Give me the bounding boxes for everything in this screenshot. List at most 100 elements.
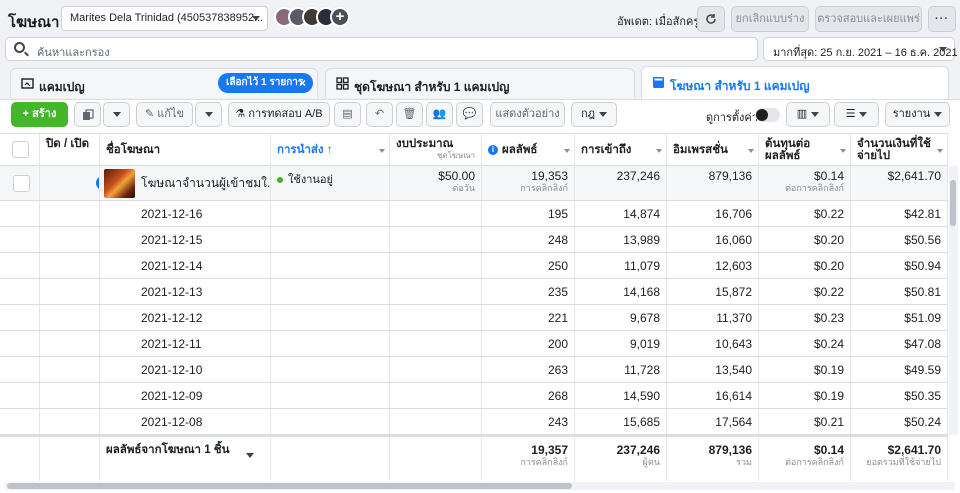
scrollbar-thumb[interactable] [7,483,572,489]
empty-cell [390,227,482,252]
row-date: 2021-12-15 [100,227,271,252]
duplicate-button[interactable] [74,102,101,127]
header-impressions[interactable]: อิมเพรสชั่น [667,134,759,167]
select-all-checkbox[interactable] [12,141,29,158]
header-ad-name[interactable]: ชื่อโฆษณา [100,134,271,167]
tab-campaigns-label: แคมเปญ [39,80,85,94]
row-reach: 14,590 [575,383,667,408]
row-cost-per-result: $0.20 [759,253,851,278]
empty-cell [271,201,390,226]
chevron-down-icon [859,111,868,117]
header-delivery[interactable]: การนำส่ง ↑ [271,134,390,167]
header-select-all[interactable] [0,134,40,167]
horizontal-scrollbar[interactable] [5,482,955,490]
header-results[interactable]: i ผลลัพธ์ [482,134,575,167]
refresh-button[interactable] [697,6,725,32]
scrollbar-thumb[interactable] [950,180,956,226]
chevron-down-icon [599,111,608,117]
view-setup-label: ดูการตั้งค่า [706,112,758,124]
search-input[interactable]: ค้นหาและกรอง [5,37,758,61]
row-amount-spent: $51.09 [851,305,948,330]
empty-cell [390,201,482,226]
row-results: 263 [482,357,575,382]
row-reach: 9,019 [575,331,667,356]
table-footer: ผลลัพธ์จากโฆษณา 1 ชิ้น 19,357 การคลิกลิง… [0,435,948,481]
more-options-button[interactable]: ··· [928,6,956,32]
trash-icon: 🗑 [402,108,417,120]
delivery-status: ใช้งานอยู่ [288,174,333,186]
close-icon[interactable]: × [299,73,306,93]
undo-button[interactable]: ↶ [366,102,393,127]
pencil-icon: ✎ [144,108,158,120]
shared-users[interactable]: + [274,7,350,29]
row-date: 2021-12-09 [100,383,271,408]
header-reach-label: การเข้าถึง [581,144,632,156]
table-header: ปิด / เปิด ชื่อโฆษณา การนำส่ง ↑ งบประมาณ… [0,133,948,167]
chevron-down-icon [246,453,254,458]
row-onoff [40,166,100,200]
tab-campaigns[interactable]: แคมเปญ เลือกไว้ 1 รายการ × [10,68,318,98]
delete-button[interactable]: 🗑 [396,102,423,127]
header-onoff[interactable]: ปิด / เปิด [40,134,100,167]
review-publish-button[interactable]: ตรวจสอบและเผยแพร่ [815,6,922,32]
breakdown-icon: ☰ [845,108,856,120]
row-reach: 14,168 [575,279,667,304]
ad-row[interactable]: โฆษณาจำนวนผู้เข้าชมใ... ใช้งานอยู่ $50.0… [0,166,948,201]
row-checkbox[interactable] [13,175,30,192]
view-setup-toggle[interactable] [755,108,780,122]
footer-summary[interactable]: ผลลัพธ์จากโฆษณา 1 ชิ้น [100,437,271,481]
header-amount-spent[interactable]: จำนวนเงินที่ใช้จ่ายไป [851,134,948,167]
tag-button[interactable]: 💬 [456,102,483,127]
rules-button[interactable]: กฎ [571,102,617,127]
duplicate-dropdown[interactable] [103,102,130,127]
columns-button[interactable]: ▥ [786,102,830,127]
clipboard-icon: ▤ [342,108,353,120]
ad-results: 19,353 การคลิกลิงก์ [482,166,575,200]
empty-cell [40,409,100,434]
row-date: 2021-12-10 [100,357,271,382]
header-reach[interactable]: การเข้าถึง [575,134,667,167]
footer-spent-sub: ยอดรวมที่ใช้จ่ายไป [866,457,941,467]
row-date: 2021-12-11 [100,331,271,356]
ab-test-button[interactable]: ⚗ การทดสอบ A/B [228,102,330,127]
row-amount-spent: $50.35 [851,383,948,408]
add-user-icon[interactable]: + [330,7,350,27]
chevron-down-icon [656,149,662,153]
row-results: 243 [482,409,575,434]
info-icon[interactable]: i [488,145,498,155]
empty-cell [0,305,40,330]
empty-cell [390,383,482,408]
header-spent-label: จำนวนเงินที่ใช้จ่ายไป [857,138,931,162]
reports-button[interactable]: รายงาน [885,102,950,127]
footer-spent-value: $2,641.70 [887,443,941,457]
tab-adsets[interactable]: ชุดโฆษณา สำหรับ 1 แคมเปญ [325,68,635,98]
results-value: 19,353 [531,169,568,183]
tab-ads[interactable]: โฆษณา สำหรับ 1 แคมเปญ [641,66,949,100]
chevron-down-icon [811,111,820,117]
breakdown-button[interactable]: ☰ [834,102,879,127]
edit-dropdown[interactable] [195,102,222,127]
empty-cell [390,305,482,330]
discard-drafts-button[interactable]: ยกเลิกแบบร่าง [731,6,809,32]
create-button[interactable]: + สร้าง [11,102,68,127]
row-results: 235 [482,279,575,304]
edit-button[interactable]: ✎ แก้ไข [136,102,193,127]
empty-cell [0,227,40,252]
grid-icon [336,77,349,90]
footer-label: ผลลัพธ์จากโฆษณา 1 ชิ้น [106,444,230,456]
updated-status: อัพเดต: เมื่อสักครู่ [617,16,700,28]
preview-button[interactable]: แสดงตัวอย่าง [490,102,565,127]
audience-button[interactable]: 👥 [426,102,453,127]
vertical-scrollbar[interactable] [949,166,958,435]
header-cost-per-result[interactable]: ต้นทุนต่อผลลัพธ์ [759,134,851,167]
row-results: 195 [482,201,575,226]
table-row: 2021-12-16 195 14,874 16,706 $0.22 $42.81 [0,201,948,227]
footer-cpr-value: $0.14 [813,443,844,457]
clipboard-button[interactable]: ▤ [334,102,361,127]
row-cost-per-result: $0.19 [759,357,851,382]
selected-filter-pill[interactable]: เลือกไว้ 1 รายการ × [218,73,313,93]
header-budget[interactable]: งบประมาณ ชุดโฆษณา [390,134,482,167]
date-range-picker[interactable]: มากที่สุด: 25 ก.ย. 2021 – 16 ธ.ค. 2021 [763,37,958,61]
account-selector[interactable]: Marites Dela Trinidad (450537838952... [61,6,268,31]
empty-cell [0,331,40,356]
